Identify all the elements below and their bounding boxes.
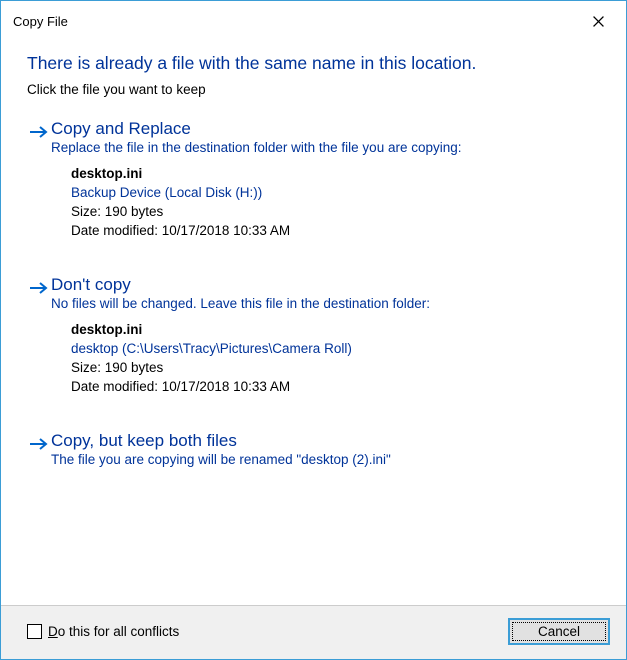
checkbox-label: Do this for all conflicts	[48, 624, 179, 639]
window-title: Copy File	[13, 14, 68, 29]
dialog-footer: Do this for all conflicts Cancel	[1, 605, 626, 659]
option-title: Copy, but keep both files	[51, 431, 600, 451]
copy-file-dialog: Copy File There is already a file with t…	[0, 0, 627, 660]
option-title: Copy and Replace	[51, 119, 600, 139]
checkbox-icon	[27, 624, 42, 639]
option-body: Copy, but keep both files The file you a…	[51, 431, 600, 467]
option-desc: The file you are copying will be renamed…	[51, 452, 600, 467]
option-keep-both[interactable]: Copy, but keep both files The file you a…	[27, 431, 600, 467]
option-desc: Replace the file in the destination fold…	[51, 140, 600, 155]
option-copy-replace[interactable]: Copy and Replace Replace the file in the…	[27, 119, 600, 241]
arrow-icon	[27, 121, 51, 143]
file-size: Size: 190 bytes	[71, 359, 600, 378]
arrow-icon	[27, 277, 51, 299]
titlebar: Copy File	[1, 1, 626, 41]
file-modified: Date modified: 10/17/2018 10:33 AM	[71, 222, 600, 241]
file-details: desktop.ini desktop (C:\Users\Tracy\Pict…	[71, 321, 600, 397]
option-body: Copy and Replace Replace the file in the…	[51, 119, 600, 241]
arrow-icon	[27, 433, 51, 455]
option-desc: No files will be changed. Leave this fil…	[51, 296, 600, 311]
option-title: Don't copy	[51, 275, 600, 295]
file-modified: Date modified: 10/17/2018 10:33 AM	[71, 378, 600, 397]
file-location: Backup Device (Local Disk (H:))	[71, 184, 600, 203]
cancel-button[interactable]: Cancel	[508, 618, 610, 645]
main-heading: There is already a file with the same na…	[27, 53, 600, 74]
sub-heading: Click the file you want to keep	[27, 82, 600, 97]
option-dont-copy[interactable]: Don't copy No files will be changed. Lea…	[27, 275, 600, 397]
file-name: desktop.ini	[71, 321, 600, 340]
do-for-all-checkbox[interactable]: Do this for all conflicts	[27, 624, 179, 639]
option-body: Don't copy No files will be changed. Lea…	[51, 275, 600, 397]
file-size: Size: 190 bytes	[71, 203, 600, 222]
file-name: desktop.ini	[71, 165, 600, 184]
file-location: desktop (C:\Users\Tracy\Pictures\Camera …	[71, 340, 600, 359]
close-button[interactable]	[578, 7, 618, 35]
close-icon	[593, 16, 604, 27]
dialog-content: There is already a file with the same na…	[1, 41, 626, 605]
file-details: desktop.ini Backup Device (Local Disk (H…	[71, 165, 600, 241]
